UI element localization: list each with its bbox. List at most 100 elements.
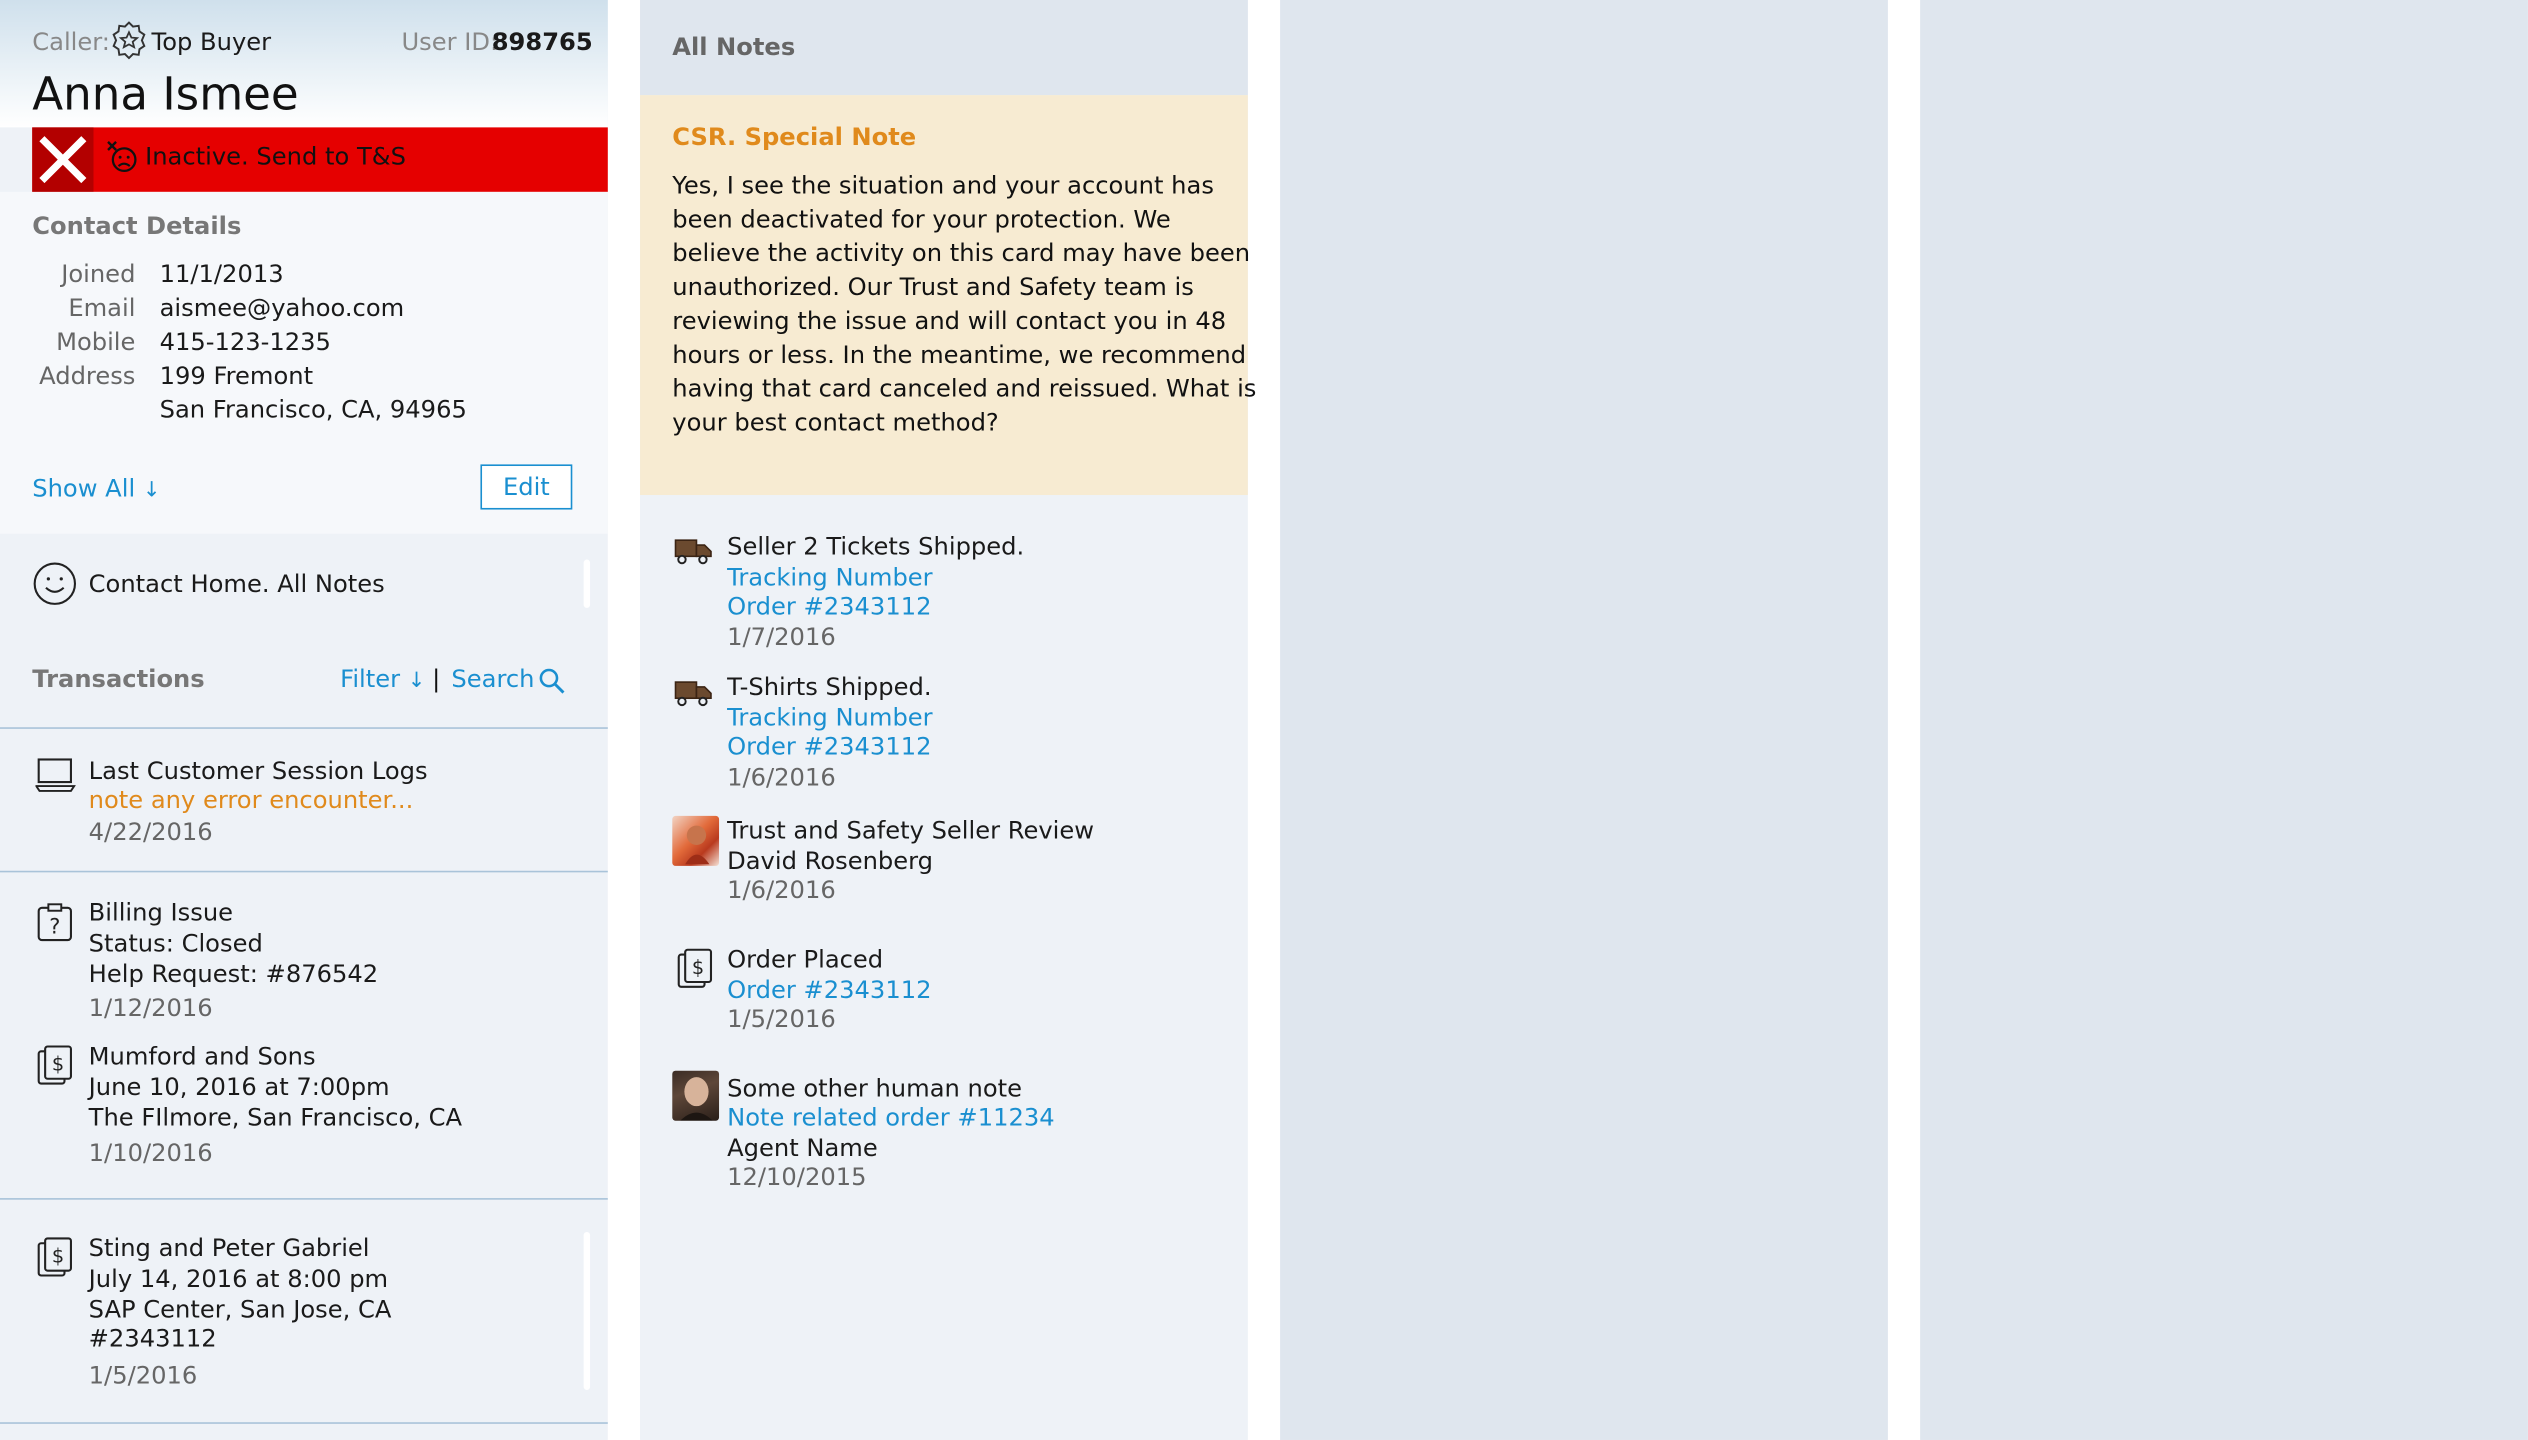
list-item-session-logs[interactable]: Last Customer Session Logs note any erro… — [0, 729, 608, 871]
app-stage: Caller: Top Buyer User ID: 898765 Anna I… — [0, 0, 2528, 1440]
account-alert-banner[interactable]: Inactive. Send to T&S — [32, 127, 608, 192]
ticket-icon: $ — [677, 948, 714, 996]
avatar — [672, 815, 720, 866]
csr-line: hours or less. In the meantime, we recom… — [672, 340, 1247, 370]
transactions-title: Transactions — [32, 664, 205, 694]
session-date: 4/22/2016 — [88, 817, 213, 847]
caller-tier: Top Buyer — [151, 27, 272, 57]
order-link[interactable]: Order #2343112 — [727, 732, 931, 761]
divider: | — [432, 664, 441, 694]
notes-header: All Notes — [640, 0, 1248, 96]
address-label: Address — [39, 361, 136, 391]
svg-text:$: $ — [692, 956, 704, 979]
csr-line: your best contact method? — [672, 407, 999, 437]
billing-help-request: Help Request: #876542 — [88, 959, 379, 989]
sad-face-icon — [105, 139, 140, 181]
note-item-order-placed[interactable]: $ Order Placed Order #2343112 1/5/2016 — [640, 943, 1248, 1040]
svg-text:$: $ — [52, 1053, 64, 1076]
related-order-link[interactable]: Note related order #11234 — [727, 1103, 1055, 1132]
sting-date: 1/5/2016 — [88, 1360, 198, 1390]
mumford-date: 1/10/2016 — [88, 1138, 213, 1168]
user-id-value: 898765 — [491, 27, 593, 57]
contact-home-link[interactable]: Contact Home. All Notes — [89, 569, 385, 598]
csr-title: CSR. Special Note — [672, 122, 917, 152]
empty-panel — [1920, 0, 2528, 1440]
caller-header: Caller: Top Buyer User ID: 898765 Anna I… — [0, 0, 608, 128]
csr-body: Yes, I see the situation and your accoun… — [672, 169, 1256, 440]
mobile-value: 415-123-1235 — [159, 327, 331, 357]
edit-button[interactable]: Edit — [480, 464, 573, 510]
sting-order: #2343112 — [88, 1323, 217, 1353]
ticket-icon: $ — [37, 1045, 74, 1093]
svg-text:$: $ — [52, 1245, 64, 1268]
divider — [0, 1422, 608, 1424]
note-item-human-note[interactable]: Some other human note Note related order… — [640, 1070, 1248, 1197]
caller-name: Anna Ismee — [32, 67, 299, 121]
note-author: Agent Name — [727, 1133, 878, 1163]
user-id-label: User ID: — [401, 27, 499, 57]
joined-value: 11/1/2013 — [159, 259, 284, 289]
note-date: 12/10/2015 — [727, 1162, 867, 1192]
note-item-seller-tickets-shipped[interactable]: Seller 2 Tickets Shipped. Tracking Numbe… — [640, 529, 1248, 655]
smiley-icon — [32, 561, 77, 613]
list-item-mumford-and-sons[interactable]: $ Mumford and Sons June 10, 2016 at 7:00… — [0, 1034, 608, 1198]
arrow-down-icon: ↓ — [142, 478, 161, 504]
mumford-title: Mumford and Sons — [88, 1041, 316, 1071]
empty-panel — [1280, 0, 1888, 1440]
address-line1: 199 Fremont — [159, 361, 314, 391]
list-item-billing-issue[interactable]: ? Billing Issue Status: Closed Help Requ… — [0, 872, 608, 1033]
filter-label: Filter — [340, 664, 401, 694]
billing-status: Status: Closed — [88, 928, 263, 958]
note-date: 1/6/2016 — [727, 875, 836, 905]
note-title: Seller 2 Tickets Shipped. — [727, 532, 1025, 562]
note-date: 1/5/2016 — [727, 1004, 836, 1034]
csr-special-note: CSR. Special Note Yes, I see the situati… — [640, 95, 1256, 496]
truck-icon — [674, 535, 713, 574]
scrollbar[interactable] — [583, 559, 591, 608]
email-label: Email — [68, 293, 136, 323]
tracking-number-link[interactable]: Tracking Number — [727, 703, 933, 732]
billing-date: 1/12/2016 — [88, 993, 213, 1023]
scrollbar[interactable] — [583, 1231, 591, 1390]
truck-icon — [674, 677, 713, 716]
csr-line: having that card canceled and reissued. … — [672, 374, 1257, 404]
filter-button[interactable]: Filter ↓ — [340, 664, 425, 693]
svg-text:?: ? — [49, 915, 60, 939]
note-item-seller-review[interactable]: Trust and Safety Seller Review David Ros… — [640, 814, 1248, 911]
order-link[interactable]: Order #2343112 — [727, 976, 931, 1005]
csr-line: reviewing the issue and will contact you… — [672, 306, 1227, 336]
note-author: David Rosenberg — [727, 846, 934, 876]
list-item-sting-and-peter-gabriel[interactable]: $ Sting and Peter Gabriel July 14, 2016 … — [0, 1200, 608, 1423]
ticket-icon: $ — [37, 1237, 74, 1285]
alert-text: Inactive. Send to T&S — [145, 141, 406, 171]
notes-title: All Notes — [672, 32, 796, 62]
note-date: 1/7/2016 — [727, 622, 836, 652]
email-value: aismee@yahoo.com — [159, 293, 405, 323]
computer-icon — [34, 758, 76, 800]
avatar — [672, 1070, 720, 1121]
note-item-tshirts-shipped[interactable]: T-Shirts Shipped. Tracking Number Order … — [640, 671, 1248, 797]
mumford-where: The FIlmore, San Francisco, CA — [88, 1102, 463, 1132]
sting-where: SAP Center, San Jose, CA — [88, 1294, 392, 1324]
mumford-when: June 10, 2016 at 7:00pm — [88, 1072, 390, 1102]
contact-details-title: Contact Details — [32, 211, 242, 241]
order-link[interactable]: Order #2343112 — [727, 592, 931, 621]
show-all-label: Show All — [32, 474, 136, 504]
search-button[interactable]: Search — [451, 664, 534, 693]
sting-title: Sting and Peter Gabriel — [88, 1233, 370, 1263]
csr-line: Yes, I see the situation and your accoun… — [672, 170, 1214, 200]
show-all-link[interactable]: Show All ↓ — [32, 474, 160, 503]
address-line2: San Francisco, CA, 94965 — [159, 395, 467, 425]
note-title: Trust and Safety Seller Review — [727, 815, 1095, 845]
session-title: Last Customer Session Logs — [88, 756, 428, 786]
close-icon[interactable] — [32, 127, 94, 192]
customer-panel: Caller: Top Buyer User ID: 898765 Anna I… — [0, 0, 608, 1440]
csr-line: unauthorized. Our Trust and Safety team … — [672, 272, 1194, 302]
joined-label: Joined — [61, 259, 136, 289]
sting-when: July 14, 2016 at 8:00 pm — [88, 1264, 389, 1294]
note-date: 1/6/2016 — [727, 762, 836, 792]
tracking-number-link[interactable]: Tracking Number — [727, 563, 933, 592]
arrow-down-icon: ↓ — [407, 669, 426, 694]
help-doc-icon: ? — [37, 903, 74, 948]
search-icon[interactable] — [538, 668, 565, 702]
